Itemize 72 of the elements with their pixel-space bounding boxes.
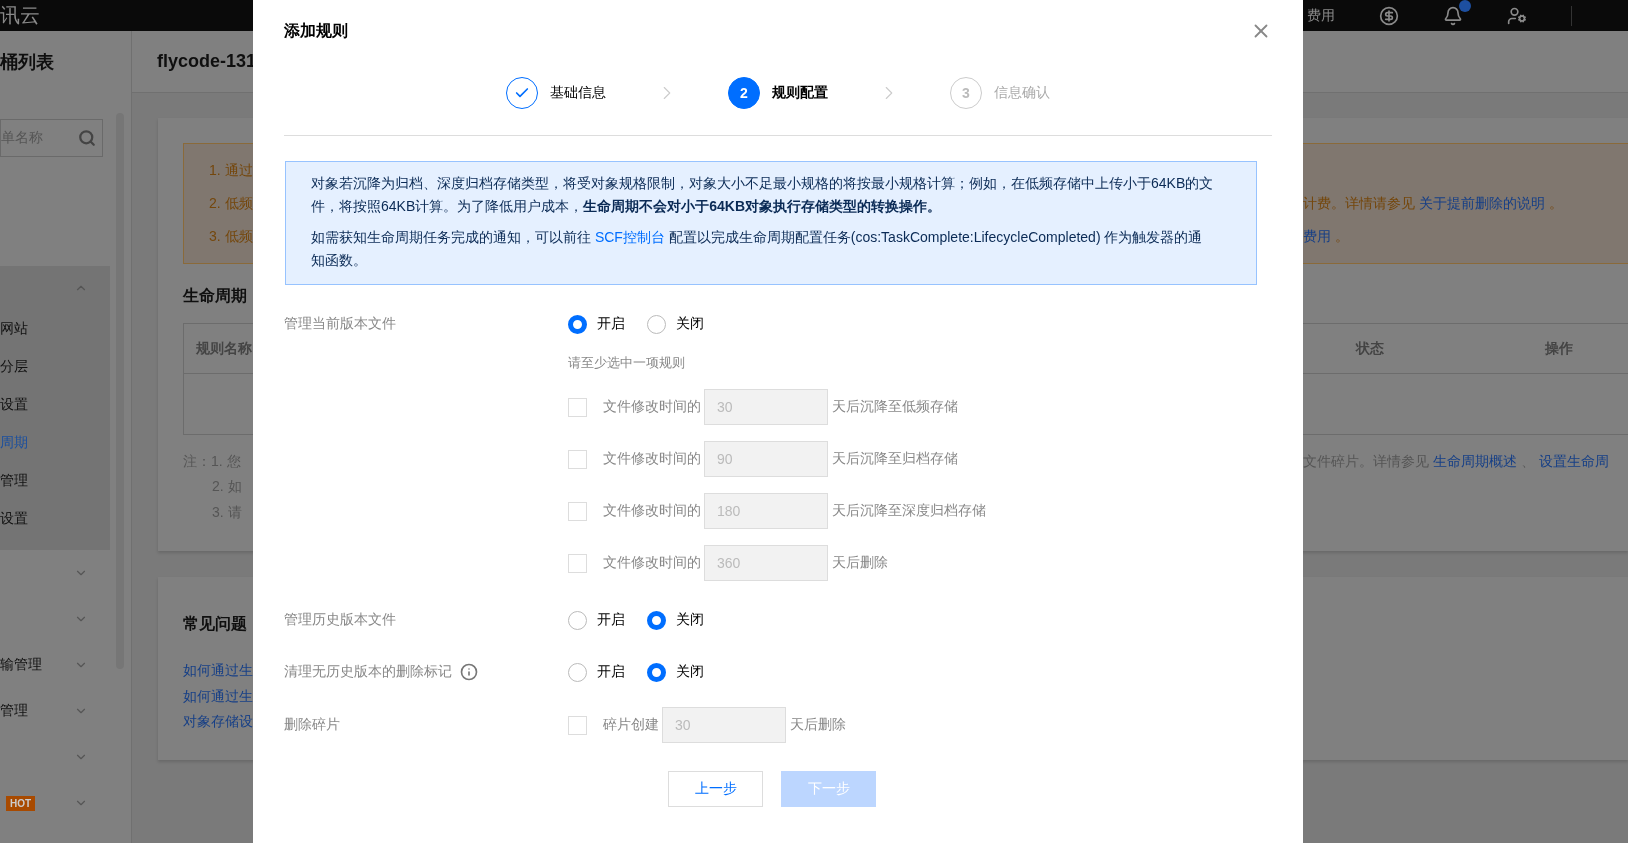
field-label: 删除碎片 [284,716,340,734]
faq-link[interactable]: 如何通过生 [183,687,253,706]
info-paragraph: 对象若沉降为归档、深度归档存储类型，将受对象规格限制，对象大小不足最小规格的将按最小规格计算；例如，在低频存储中上传小于64KB的文件，将按照64KB计算。为了降低用户成本，生命周期不会对小于64KB对象执行存储类型的转换操作。 [311,174,1215,216]
notice-text: 2. 低频 [209,194,253,213]
rule-suffix: 天后沉降至归档存储 [832,450,958,468]
text-link[interactable]: 生命周期概述 [1432,452,1517,469]
notice-text: 3. 低频 [209,227,253,246]
checkbox[interactable] [568,553,587,573]
coin-icon[interactable] [1379,5,1399,26]
radio-option[interactable]: 开启 [568,314,625,334]
radio-button[interactable] [568,610,587,630]
section-title: 常见问题 [183,613,247,634]
checkbox[interactable] [568,397,587,417]
hint-text: 请至少选中一项规则 [568,354,686,372]
radio-option[interactable]: 开启 [568,610,625,630]
menu-item[interactable]: 设置 [0,500,110,538]
info-icon[interactable] [460,663,478,681]
previous-button[interactable]: 上一步 [668,771,763,807]
radio-button[interactable] [647,662,666,682]
radio-button[interactable] [568,314,587,334]
console-link[interactable]: SCF控制台 [594,229,665,245]
rule-suffix: 天后删除 [790,716,846,734]
search-icon[interactable] [78,129,96,147]
bell-icon[interactable] [1443,5,1463,26]
menu-item[interactable]: 管理 [0,702,28,720]
text-link[interactable]: 费用 [1303,227,1331,244]
radio-button[interactable] [647,610,666,630]
menu-item[interactable]: 分层 [0,348,110,386]
checkbox[interactable] [568,501,587,521]
menu-item[interactable]: 管理 [0,462,110,500]
radio-button[interactable] [647,314,666,334]
hot-badge: HOT [6,795,36,811]
radio-button[interactable] [568,662,587,682]
section-title: 生命周期 [183,286,247,306]
checkbox[interactable] [568,449,587,469]
column-header: 状态 [1356,339,1384,358]
notice-text: 1. 通过 [209,161,253,180]
notice-text: 计费。详情请参见 关于提前删除的说明 。 [1303,194,1563,213]
rule-prefix: 文件修改时间的 [603,450,701,468]
rule-suffix: 天后删除 [832,554,888,572]
text-link[interactable]: 设置生命周 [1538,452,1609,469]
radio-option[interactable]: 关闭 [647,662,704,682]
notification-badge [1459,0,1471,12]
checkbox[interactable] [568,715,587,735]
top-link[interactable]: 费用 [1307,6,1335,25]
rule-suffix: 天后沉降至深度归档存储 [832,502,986,520]
radio-option[interactable]: 开启 [568,662,625,682]
menu-item[interactable]: 设置 [0,386,110,424]
radio-option[interactable]: 关闭 [647,610,704,630]
rule-suffix: 天后沉降至低频存储 [832,398,958,416]
field-label: 管理历史版本文件 [284,611,396,629]
rule-prefix: 文件修改时间的 [603,554,701,572]
field-label: 管理当前版本文件 [284,315,396,333]
sidebar-title: 桶列表 [0,51,55,74]
notice-text: 费用 。 [1303,227,1349,246]
brand-logo[interactable]: 讯云 [0,2,40,29]
faq-link[interactable]: 对象存储设 [183,713,253,732]
field-label: 清理无历史版本的删除标记 [284,663,452,681]
radio-option[interactable]: 关闭 [647,314,704,334]
rule-prefix: 文件修改时间的 [603,502,701,520]
column-header: 操作 [1545,339,1573,358]
faq-link[interactable]: 如何通过生 [183,662,253,681]
menu-item[interactable]: 输管理 [0,656,42,674]
rule-prefix: 文件修改时间的 [603,398,701,416]
user-settings-icon[interactable] [1507,5,1527,26]
text-link[interactable]: 关于提前删除的说明 [1418,194,1545,211]
menu-item[interactable]: 网站 [0,310,110,348]
step-number-circle: 3 [950,76,982,109]
step-number-circle: 2 [728,76,760,109]
info-paragraph: 如需获知生命周期任务完成的通知，可以前往 SCF控制台 配置以完成生命周期配置任务(cos:TaskComplete:LifecycleCompleted) 作为触发器的通知函数。 [311,228,1204,270]
column-header: 规则名称 [196,339,252,356]
rule-prefix: 碎片创建 [603,716,659,734]
